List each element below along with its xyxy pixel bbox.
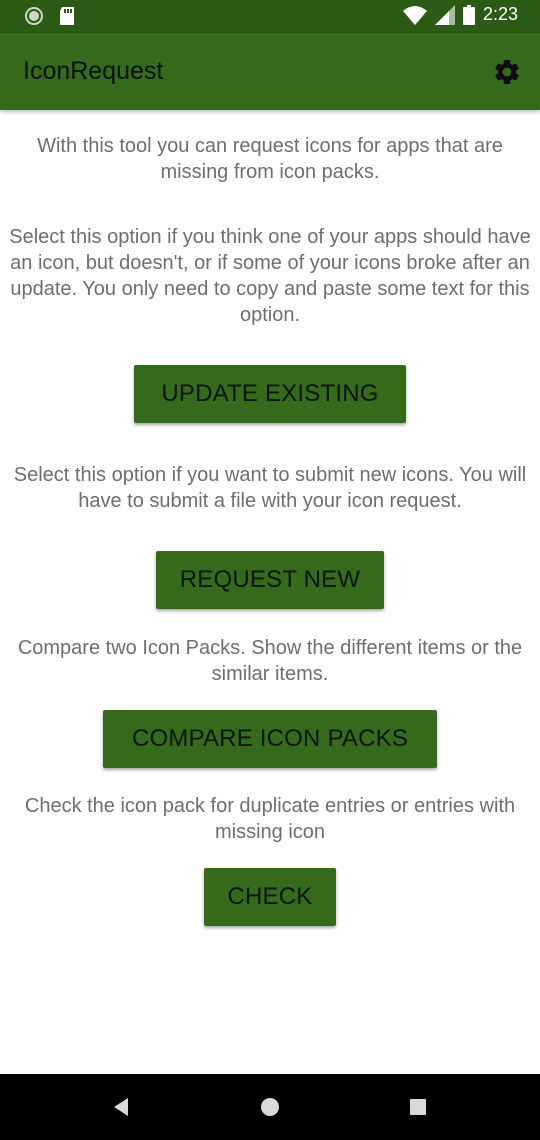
back-triangle-icon: [114, 1098, 128, 1116]
notification-dot-icon: [25, 7, 43, 25]
battery-icon: [462, 4, 475, 25]
check-description: Check the icon pack for duplicate entrie…: [24, 795, 516, 843]
request-new-description: Select this option if you want to submit…: [13, 464, 527, 512]
update-existing-button[interactable]: UPDATE EXISTING: [134, 365, 406, 423]
back-button[interactable]: [108, 1094, 134, 1120]
home-button[interactable]: [257, 1094, 283, 1120]
sd-card-icon: [60, 7, 74, 25]
intro-text: With this tool you can request icons for…: [37, 135, 503, 183]
status-bar: 2:23: [0, 0, 540, 33]
app-bar: IconRequest: [0, 33, 540, 110]
compare-icon-packs-button[interactable]: COMPARE ICON PACKS: [103, 710, 437, 768]
wifi-icon: [402, 5, 427, 25]
gear-icon: [495, 59, 519, 84]
compare-description: Compare two Icon Packs. Show the differe…: [17, 637, 523, 685]
home-circle-icon: [261, 1098, 279, 1116]
request-new-button[interactable]: REQUEST NEW: [156, 551, 384, 609]
settings-button[interactable]: [492, 57, 522, 87]
app-title: IconRequest: [23, 57, 164, 85]
navigation-bar: [0, 1074, 540, 1140]
status-time: 2:23: [482, 4, 518, 24]
recents-square-icon: [410, 1099, 426, 1115]
signal-icon: [434, 4, 455, 25]
update-existing-description: Select this option if you think one of y…: [9, 226, 531, 326]
recents-button[interactable]: [405, 1094, 431, 1120]
check-button[interactable]: CHECK: [204, 868, 336, 926]
